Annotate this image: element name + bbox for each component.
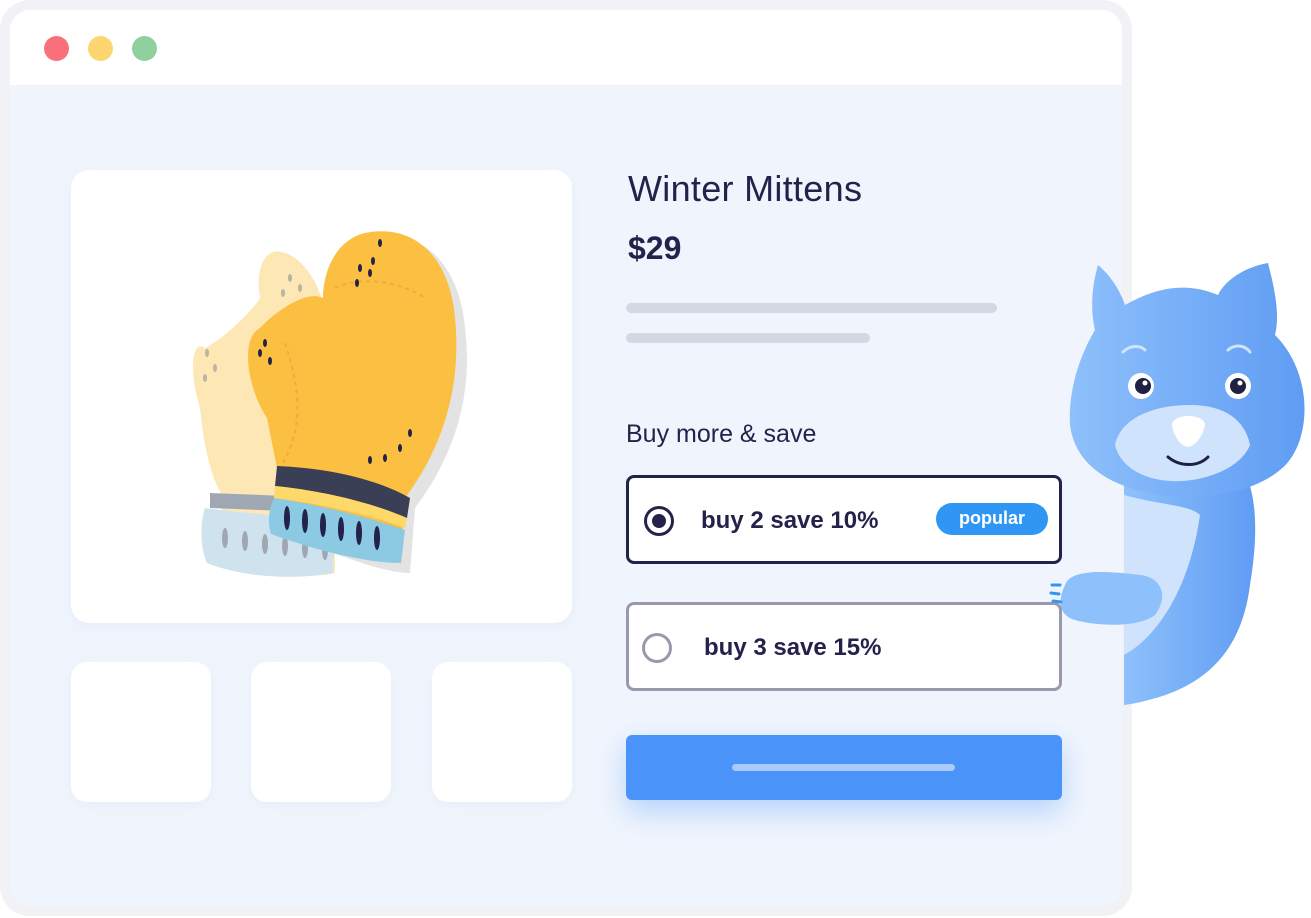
title-bar (10, 10, 1122, 85)
popular-badge: popular (936, 503, 1048, 535)
maximize-window-button[interactable] (132, 36, 157, 61)
thumbnail-1[interactable] (71, 662, 211, 802)
blue-cat-mascot-icon (1049, 263, 1305, 705)
description-placeholder-line (626, 333, 870, 343)
offer-option-label: buy 2 save 10% (701, 507, 879, 534)
thumbnail-2[interactable] (251, 662, 391, 802)
minimize-window-button[interactable] (88, 36, 113, 61)
offer-heading: Buy more & save (626, 420, 817, 448)
button-label-placeholder (732, 764, 955, 771)
radio-button[interactable] (642, 633, 672, 663)
product-price: $29 (628, 230, 682, 266)
offer-option-label: buy 3 save 15% (704, 634, 882, 661)
product-title: Winter Mittens (628, 168, 863, 209)
description-placeholder-line (626, 303, 997, 313)
thumbnail-3[interactable] (432, 662, 572, 802)
add-to-cart-button[interactable] (626, 735, 1062, 800)
offer-option-buy-2[interactable]: buy 2 save 10% popular (626, 475, 1062, 564)
radio-button-selected[interactable] (644, 506, 674, 536)
offer-option-buy-3[interactable]: buy 3 save 15% (626, 602, 1062, 691)
mittens-illustration-icon (193, 231, 467, 577)
close-window-button[interactable] (44, 36, 69, 61)
